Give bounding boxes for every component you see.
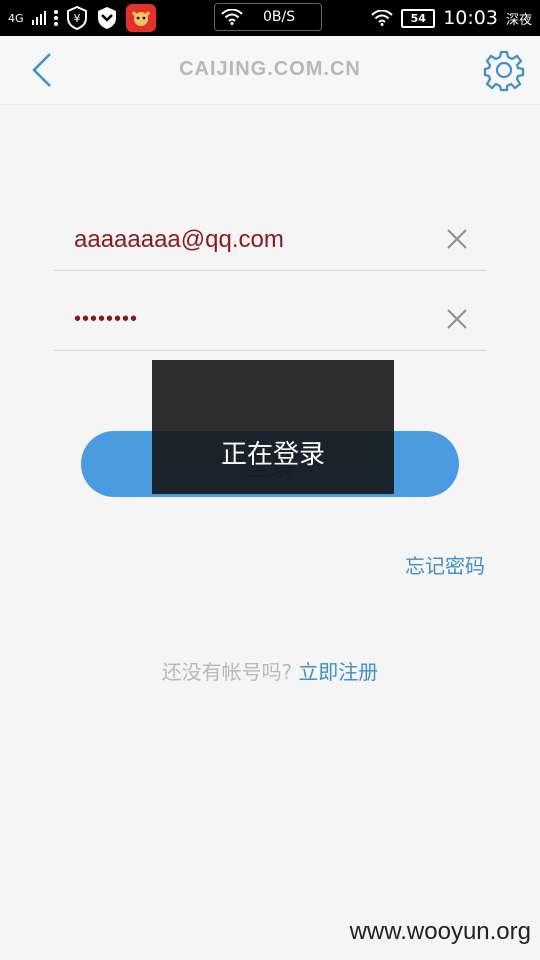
clear-password-icon[interactable] [446,308,468,330]
clock: 10:03 [443,7,498,29]
menu-dots-icon [53,10,58,26]
wifi-icon [221,9,243,25]
status-right: 54 10:03 深夜 [371,0,532,36]
no-account-text: 还没有帐号吗? [161,660,293,684]
watermark: www.wooyun.org [349,918,531,945]
clear-email-icon[interactable] [446,228,468,250]
loading-text: 正在登录 [220,440,325,470]
password-input[interactable]: •••••••• [74,308,138,331]
network-type: 4G [8,11,24,25]
email-input[interactable]: aaaaaaaa@qq.com [74,226,284,254]
app-header: CAIJING.COM.CN [0,36,540,105]
signal-icon [31,11,46,25]
status-bar: 4G ¥ 0B/S 54 10:03 深夜 [0,0,540,36]
gear-icon [483,50,525,92]
app-notification-icon [125,4,156,32]
wallet-shield-icon: ¥ [66,6,87,30]
register-row: 还没有帐号吗? 立即注册 [0,656,540,685]
night-mode-label: 深夜 [505,12,532,28]
register-link[interactable]: 立即注册 [298,660,378,684]
wifi-icon [371,10,393,26]
loading-toast: 正在登录 [152,360,394,494]
network-speed: 0B/S [263,9,296,25]
password-field[interactable]: •••••••• [54,286,486,351]
security-shield-icon [97,7,116,29]
status-left: 4G ¥ [8,0,156,36]
svg-text:¥: ¥ [73,12,80,25]
settings-button[interactable] [482,48,526,92]
battery-level: 54 [410,11,426,25]
forgot-password-link[interactable]: 忘记密码 [405,550,485,579]
battery-icon: 54 [401,8,436,28]
brand-title: CAIJING.COM.CN [179,58,361,80]
email-field[interactable]: aaaaaaaa@qq.com [54,206,486,271]
network-speed-box: 0B/S [214,3,322,31]
